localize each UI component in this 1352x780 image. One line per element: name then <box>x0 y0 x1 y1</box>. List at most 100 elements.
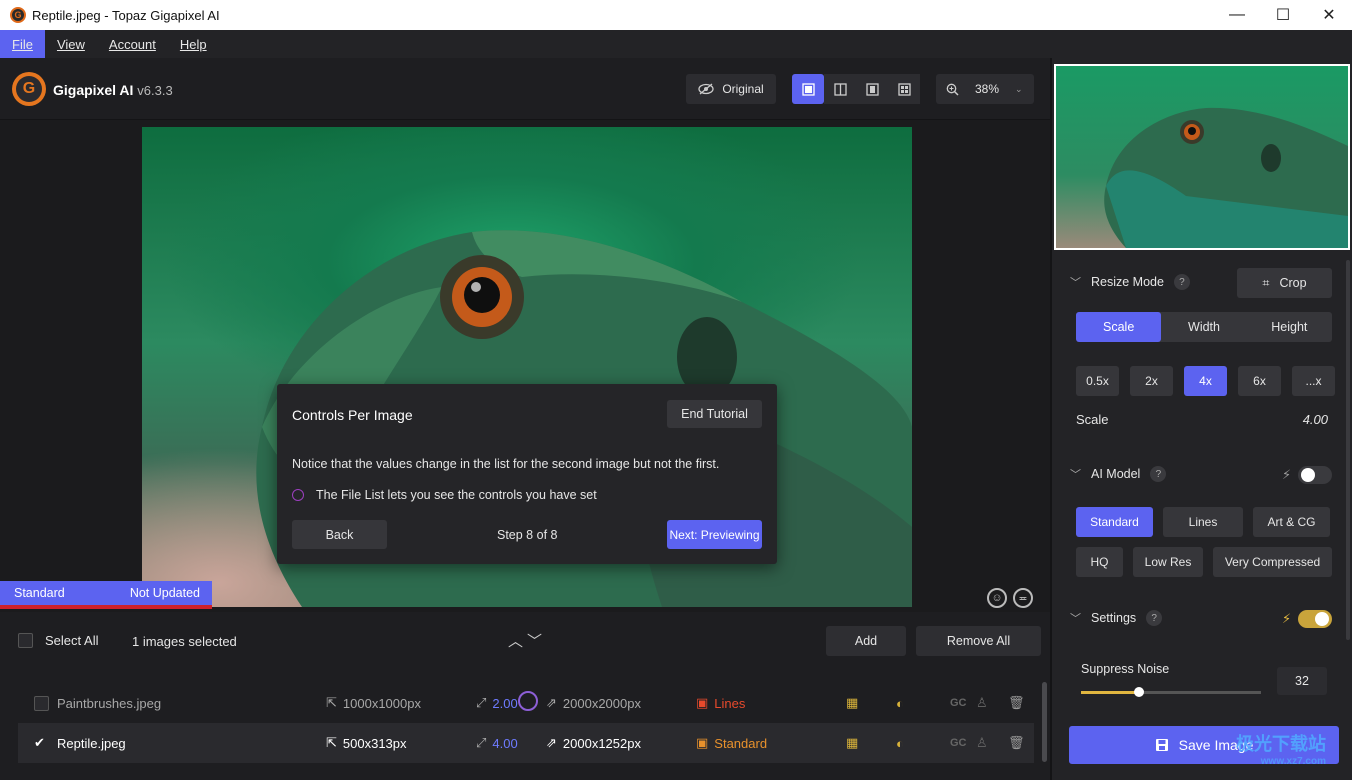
face-recovery-icon[interactable]: ♙ <box>976 683 988 723</box>
file-list-scrollbar[interactable] <box>1042 682 1047 762</box>
model-art-cg-button[interactable]: Art & CG <box>1253 507 1330 537</box>
suppress-noise-slider[interactable] <box>1081 687 1261 697</box>
app-header: G Gigapixel AI v6.3.3 Original 38% ⌄ <box>0 58 1050 120</box>
remove-all-button[interactable]: Remove All <box>916 626 1041 656</box>
settings-title: Settings <box>1091 611 1137 625</box>
watermark-logo: 极光下载站 www.xz7.com <box>1236 734 1326 767</box>
model-image-icon: ▣ <box>696 695 709 710</box>
row-checkbox[interactable]: ✔ <box>34 723 45 763</box>
back-button[interactable]: Back <box>292 520 387 549</box>
original-button[interactable]: Original <box>686 74 776 104</box>
settings-scrollbar[interactable] <box>1346 260 1350 640</box>
grid-view-button[interactable] <box>888 74 920 104</box>
resize-icon: ⇱ <box>326 735 337 750</box>
scale-0-5x-button[interactable]: 0.5x <box>1076 366 1119 396</box>
ai-model-toggle[interactable] <box>1298 466 1332 484</box>
help-icon[interactable]: ? <box>1146 610 1163 626</box>
eye-off-icon <box>698 83 714 95</box>
navigator-thumbnail[interactable] <box>1054 64 1350 250</box>
expand-icon: ⤢ <box>476 735 487 750</box>
tab-width[interactable]: Width <box>1161 312 1246 342</box>
tutorial-notice: Notice that the values change in the lis… <box>292 457 720 471</box>
row-checkbox[interactable] <box>34 683 49 723</box>
face-recovery-icon[interactable]: ♙ <box>976 723 988 763</box>
next-button[interactable]: Next: Previewing <box>667 520 762 549</box>
scale-value-input[interactable]: 4.00 <box>1303 412 1328 427</box>
split-view-button[interactable] <box>824 74 856 104</box>
app-icon: G <box>10 7 26 23</box>
model-lines-button[interactable]: Lines <box>1163 507 1243 537</box>
original-label: Original <box>722 82 764 96</box>
scale-label: Scale <box>1076 412 1109 427</box>
menu-account[interactable]: Account <box>97 30 168 58</box>
crop-label: Crop <box>1279 276 1307 290</box>
neutral-face-icon[interactable]: ≖ <box>1013 588 1033 608</box>
end-tutorial-button[interactable]: End Tutorial <box>667 400 762 428</box>
add-button[interactable]: Add <box>826 626 906 656</box>
export-icon: ⇗ <box>546 695 557 710</box>
settings-header[interactable]: ﹀ Settings ? <box>1070 610 1163 626</box>
trash-icon[interactable]: 🗑 <box>1008 683 1025 723</box>
status-model: Standard <box>14 586 65 600</box>
trash-icon[interactable]: 🗑 <box>1008 723 1025 763</box>
scale-custom-button[interactable]: ...x <box>1292 366 1335 396</box>
file-list-header: Select All 1 images selected ︿﹀ Add Remo… <box>0 612 1050 668</box>
caret-down-icon: ﹀ <box>1070 277 1081 289</box>
crop-button[interactable]: ⌗ Crop <box>1237 268 1332 298</box>
menu-view[interactable]: View <box>45 30 97 58</box>
scale-6x-button[interactable]: 6x <box>1238 366 1281 396</box>
select-all[interactable]: Select All <box>18 633 98 648</box>
scale-value: ⤢ 4.00 <box>476 735 518 751</box>
caret-down-icon: ﹀ <box>1070 613 1081 625</box>
close-button[interactable]: ✕ <box>1306 0 1352 30</box>
suppress-noise-label: Suppress Noise <box>1081 662 1170 676</box>
help-icon[interactable]: ? <box>1173 274 1190 290</box>
scale-2x-button[interactable]: 2x <box>1130 366 1173 396</box>
model-status-strip: Standard Not Updated <box>0 581 212 609</box>
settings-auto-toggle[interactable] <box>1298 610 1332 628</box>
face-half-icon[interactable]: ◐ <box>896 723 904 763</box>
side-by-side-button[interactable] <box>856 74 888 104</box>
menu-help[interactable]: Help <box>168 30 219 58</box>
model-hq-button[interactable]: HQ <box>1076 547 1123 577</box>
scale-value: ⤢ 2.00 <box>476 695 518 711</box>
compare-icon[interactable]: ▦ <box>846 723 858 763</box>
step-indicator: Step 8 of 8 <box>497 528 558 542</box>
chevron-up-down-icon[interactable]: ︿﹀ <box>508 630 546 651</box>
resize-mode-tabs: Scale Width Height <box>1076 312 1332 342</box>
tutorial-bullet-text: The File List lets you see the controls … <box>316 488 597 502</box>
suppress-noise-input[interactable]: 32 <box>1277 667 1327 695</box>
model-label: ▣ Lines <box>696 695 746 711</box>
table-row[interactable]: ✔ Reptile.jpeg ⇱ 500x313px ⤢ 4.00 ⇗ 2000x12… <box>18 723 1034 763</box>
scale-4x-button[interactable]: 4x <box>1184 366 1227 396</box>
help-icon[interactable]: ? <box>1150 466 1167 482</box>
face-half-icon[interactable]: ◐ <box>896 683 904 723</box>
model-standard-button[interactable]: Standard <box>1076 507 1153 537</box>
title-bar: G Reptile.jpeg - Topaz Gigapixel AI — ☐ … <box>0 0 1352 30</box>
select-all-checkbox[interactable] <box>18 633 33 648</box>
tab-height[interactable]: Height <box>1247 312 1332 342</box>
menu-file[interactable]: File <box>0 30 45 58</box>
brand-name: Gigapixel AI v6.3.3 <box>53 82 173 98</box>
file-name: Reptile.jpeg <box>57 735 126 751</box>
ai-model-header[interactable]: ﹀ AI Model ? <box>1070 466 1167 482</box>
grid-view-icon <box>897 82 911 96</box>
tab-scale[interactable]: Scale <box>1076 312 1162 342</box>
resize-mode-header[interactable]: ﹀ Resize Mode ? <box>1070 274 1190 290</box>
single-view-button[interactable] <box>792 74 824 104</box>
scale-presets: 0.5x 2x 4x 6x ...x <box>1076 366 1335 396</box>
scale-readout: Scale 4.00 <box>1076 412 1328 427</box>
minimize-button[interactable]: — <box>1214 0 1260 30</box>
model-low-res-button[interactable]: Low Res <box>1133 547 1203 577</box>
zoom-control[interactable]: 38% ⌄ <box>936 74 1034 104</box>
gc-label[interactable]: GC <box>950 723 967 763</box>
save-icon <box>1155 739 1168 751</box>
menu-bar: File View Account Help <box>0 30 1352 58</box>
view-mode-group <box>792 74 920 104</box>
compare-icon[interactable]: ▦ <box>846 683 858 723</box>
model-very-compressed-button[interactable]: Very Compressed <box>1213 547 1332 577</box>
smile-icon[interactable]: ☺ <box>987 588 1007 608</box>
slider-handle[interactable] <box>1133 687 1144 697</box>
gc-label[interactable]: GC <box>950 683 967 723</box>
maximize-button[interactable]: ☐ <box>1260 0 1306 30</box>
